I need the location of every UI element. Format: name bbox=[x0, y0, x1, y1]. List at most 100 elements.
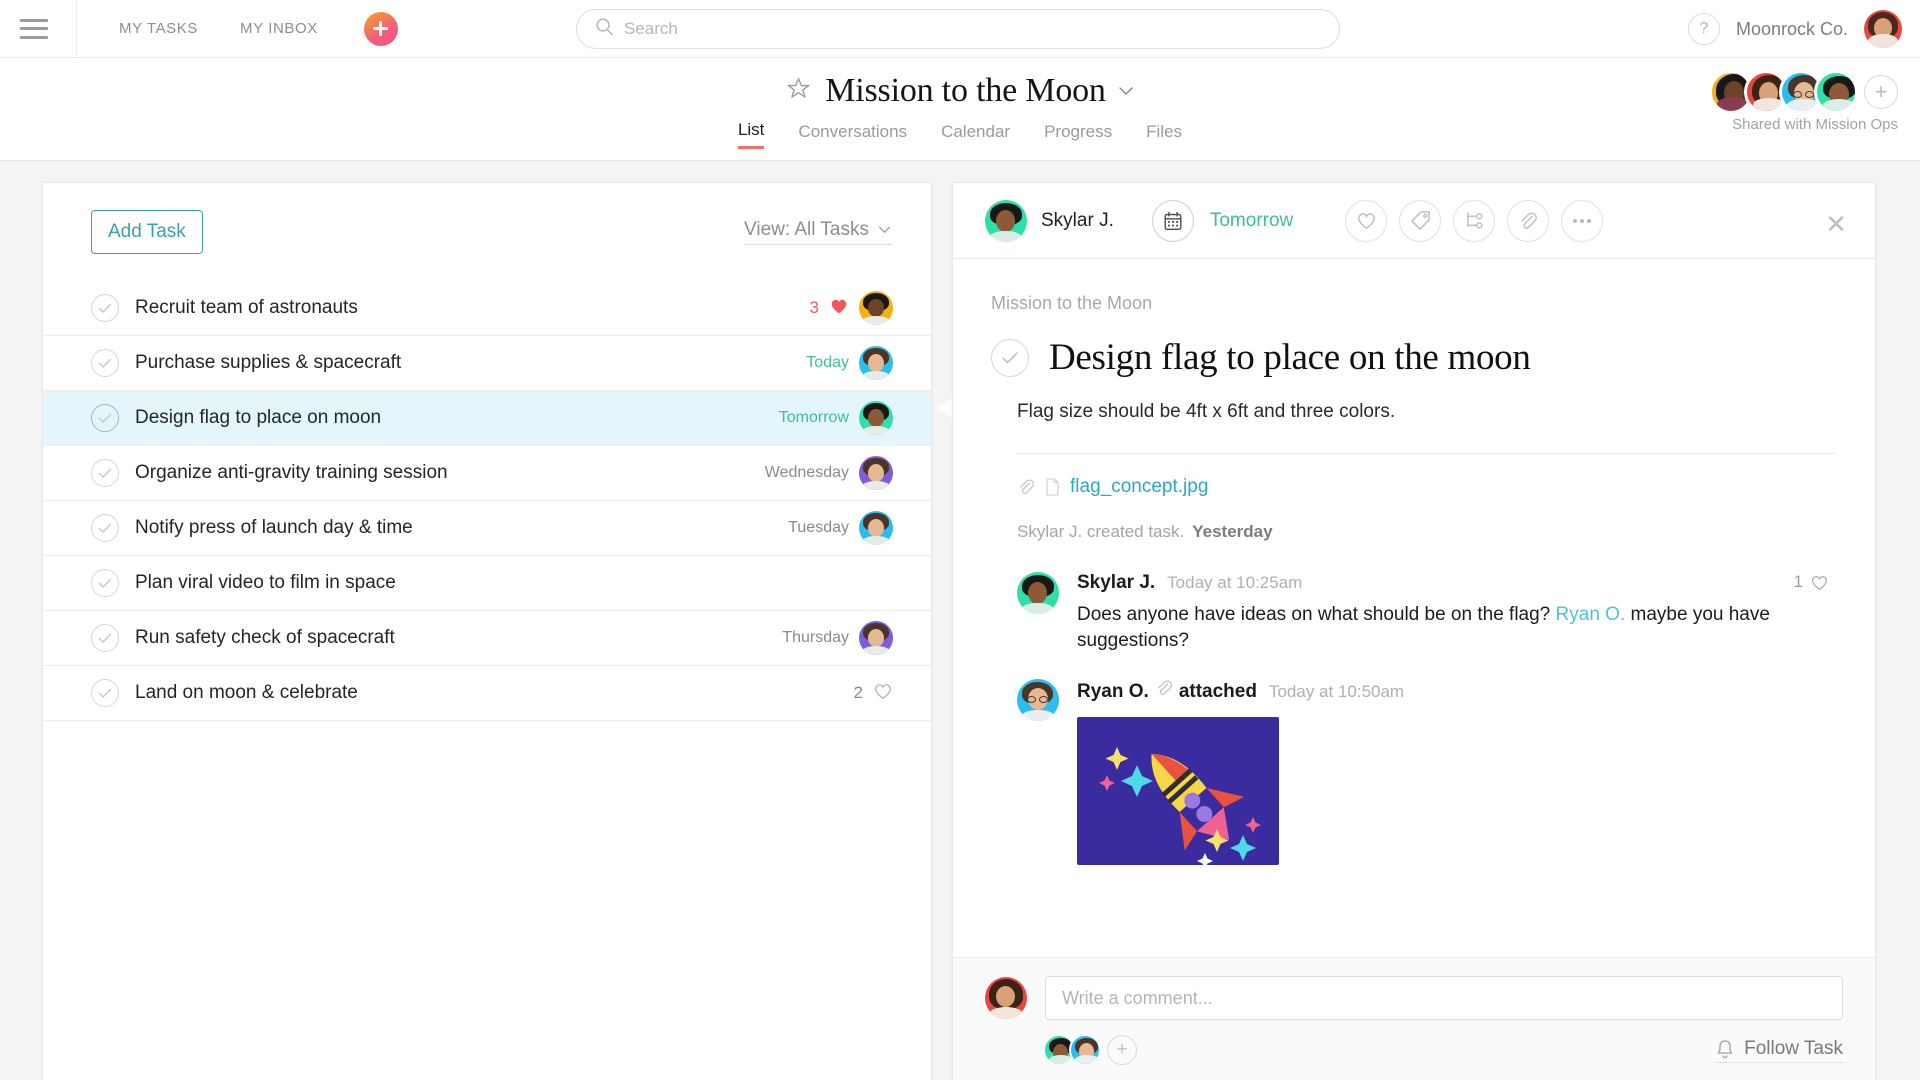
task-checkbox[interactable] bbox=[91, 349, 119, 377]
task-name: Organize anti-gravity training session bbox=[135, 462, 448, 483]
comment-meta: Ryan O. attached Today at 10:50am bbox=[1077, 679, 1837, 703]
task-checkbox[interactable] bbox=[91, 569, 119, 597]
shared-with-label: Shared with Mission Ops bbox=[1732, 116, 1898, 133]
task-complete-checkbox[interactable] bbox=[991, 338, 1029, 377]
task-due-date[interactable]: Tomorrow bbox=[779, 409, 849, 427]
add-tag-button[interactable] bbox=[1399, 199, 1442, 242]
add-member-plus-icon[interactable]: + bbox=[1864, 75, 1898, 109]
paperclip-icon bbox=[1020, 479, 1034, 494]
tab-calendar[interactable]: Calendar bbox=[941, 122, 1010, 148]
comment-meta: Skylar J. Today at 10:25am bbox=[1077, 572, 1837, 594]
add-subtask-button[interactable] bbox=[1453, 199, 1496, 242]
task-due-date[interactable]: Wednesday bbox=[765, 464, 849, 482]
search-icon bbox=[595, 17, 614, 41]
task-list-panel: Add Task View: All Tasks Recruit team of… bbox=[42, 182, 932, 1080]
task-row[interactable]: Design flag to place on moon Tomorrow bbox=[43, 391, 931, 446]
task-assignee-avatar[interactable] bbox=[859, 401, 893, 435]
task-checkbox[interactable] bbox=[91, 459, 119, 487]
view-filter-dropdown[interactable]: View: All Tasks bbox=[744, 219, 891, 245]
comment-like-count: 1 bbox=[1793, 572, 1803, 591]
paperclip-icon bbox=[1157, 680, 1172, 696]
task-assignee-avatar[interactable] bbox=[985, 199, 1027, 242]
task-assignee-avatar[interactable] bbox=[859, 621, 893, 655]
task-activity-entry: Skylar J. created task. Yesterday bbox=[1017, 522, 1837, 542]
task-assignee-avatar[interactable] bbox=[859, 291, 893, 325]
heart-filled-icon[interactable] bbox=[829, 297, 849, 320]
task-due-date[interactable]: Today bbox=[806, 354, 849, 372]
current-user-avatar[interactable] bbox=[1864, 10, 1902, 48]
comment-author-avatar[interactable] bbox=[1017, 679, 1059, 722]
task-row[interactable]: Land on moon & celebrate 2 bbox=[43, 666, 931, 721]
heart-outline-icon[interactable] bbox=[873, 682, 893, 705]
search-input[interactable] bbox=[624, 19, 1224, 39]
task-due-date[interactable]: Thursday bbox=[782, 629, 849, 647]
task-row[interactable]: Purchase supplies & spacecraft Today bbox=[43, 336, 931, 391]
task-checkbox[interactable] bbox=[91, 294, 119, 322]
task-followers: + bbox=[1043, 1034, 1137, 1066]
tab-list[interactable]: List bbox=[737, 120, 765, 149]
more-options-button[interactable] bbox=[1561, 199, 1604, 242]
activity-time: Yesterday bbox=[1192, 522, 1273, 541]
task-checkbox[interactable] bbox=[91, 679, 119, 707]
file-icon bbox=[1046, 478, 1059, 496]
task-like-count[interactable]: 3 bbox=[810, 298, 819, 318]
comment-image-attachment[interactable] bbox=[1077, 717, 1279, 866]
comment-like-button[interactable]: 1 bbox=[1794, 572, 1829, 592]
page-title: Mission to the Moon bbox=[825, 72, 1106, 109]
task-checkbox[interactable] bbox=[91, 404, 119, 432]
comment-mention[interactable]: Ryan O. bbox=[1556, 604, 1626, 625]
composer-user-avatar[interactable] bbox=[985, 977, 1027, 1019]
task-description[interactable]: Flag size should be 4ft x 6ft and three … bbox=[1017, 401, 1837, 423]
task-checkbox[interactable] bbox=[91, 624, 119, 652]
comment-item: Ryan O. attached Today at 10:50am bbox=[1017, 679, 1837, 866]
search-bar[interactable] bbox=[576, 9, 1340, 49]
close-icon[interactable]: ✕ bbox=[1825, 211, 1847, 237]
comment-input[interactable] bbox=[1045, 976, 1843, 1020]
hamburger-menu-icon[interactable] bbox=[20, 18, 48, 39]
nav-my-inbox[interactable]: MY INBOX bbox=[240, 20, 318, 37]
task-assignee-avatar[interactable] bbox=[859, 456, 893, 490]
tab-files[interactable]: Files bbox=[1146, 122, 1182, 148]
task-assignee-avatar[interactable] bbox=[859, 511, 893, 545]
task-due-date[interactable]: Tuesday bbox=[788, 519, 849, 537]
comment-author: Ryan O. bbox=[1077, 681, 1149, 703]
task-checkbox[interactable] bbox=[91, 514, 119, 542]
task-attachment-row[interactable]: flag_concept.jpg bbox=[1017, 476, 1837, 498]
comment-author-avatar[interactable] bbox=[1017, 572, 1059, 614]
star-outline-icon[interactable] bbox=[786, 76, 811, 106]
task-row[interactable]: Notify press of launch day & time Tuesday bbox=[43, 501, 931, 556]
like-task-button[interactable] bbox=[1345, 199, 1388, 242]
task-row-meta: Thursday bbox=[782, 621, 893, 655]
member-avatar[interactable] bbox=[1814, 70, 1858, 114]
help-button[interactable]: ? bbox=[1687, 13, 1720, 45]
tab-conversations[interactable]: Conversations bbox=[798, 122, 907, 148]
task-row[interactable]: Organize anti-gravity training session We… bbox=[43, 446, 931, 501]
organization-name[interactable]: Moonrock Co. bbox=[1736, 19, 1848, 40]
activity-text: Skylar J. created task. bbox=[1017, 522, 1185, 541]
follow-task-button[interactable]: Follow Task bbox=[1716, 1038, 1843, 1063]
quick-add-plus-icon[interactable] bbox=[363, 11, 398, 46]
glasses-icon bbox=[1793, 91, 1802, 98]
glasses-icon bbox=[1805, 91, 1814, 98]
add-follower-plus-icon[interactable]: + bbox=[1107, 1035, 1137, 1065]
breadcrumb[interactable]: Mission to the Moon bbox=[991, 293, 1837, 314]
nav-my-tasks[interactable]: MY TASKS bbox=[119, 20, 198, 37]
task-row[interactable]: Recruit team of astronauts 3 bbox=[43, 281, 931, 336]
topbar-right-group: ? Moonrock Co. bbox=[1687, 0, 1902, 58]
task-row[interactable]: Plan viral video to film in space bbox=[43, 556, 931, 611]
task-due-date-chip[interactable]: Tomorrow bbox=[1151, 199, 1293, 242]
project-tabs: List Conversations Calendar Progress Fil… bbox=[0, 120, 1920, 149]
task-row-meta: Today bbox=[806, 346, 893, 380]
task-like-count[interactable]: 2 bbox=[854, 683, 863, 703]
task-rows-container: Recruit team of astronauts 3 Purchase supp… bbox=[43, 281, 931, 721]
add-task-button[interactable]: Add Task bbox=[91, 210, 203, 254]
project-menu-chevron-down-icon[interactable] bbox=[1118, 83, 1134, 100]
attach-file-button[interactable] bbox=[1507, 199, 1550, 242]
task-row[interactable]: Run safety check of spacecraft Thursday bbox=[43, 611, 931, 666]
attachment-file-name[interactable]: flag_concept.jpg bbox=[1070, 476, 1208, 498]
task-assignee-avatar[interactable] bbox=[859, 346, 893, 380]
task-name: Recruit team of astronauts bbox=[135, 297, 358, 318]
follower-avatar[interactable] bbox=[1069, 1034, 1101, 1066]
bell-icon bbox=[1717, 1039, 1733, 1058]
tab-progress[interactable]: Progress bbox=[1044, 122, 1112, 148]
